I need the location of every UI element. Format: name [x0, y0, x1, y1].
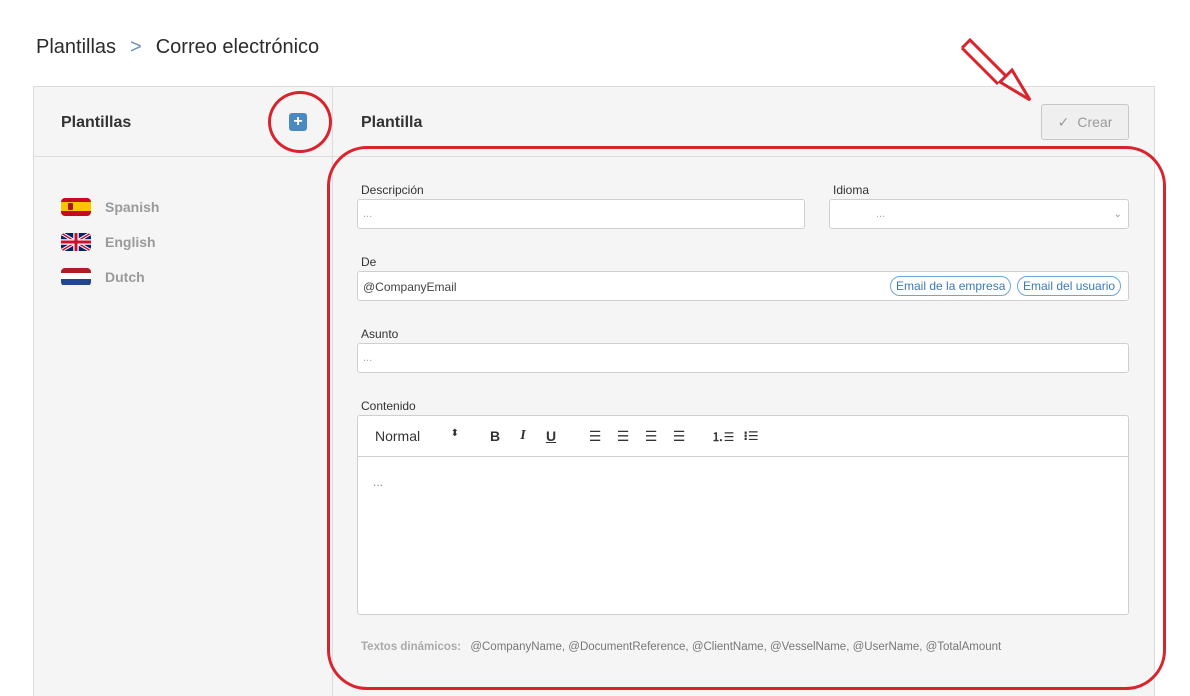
company-email-chip[interactable]: Email de la empresa: [890, 276, 1012, 296]
language-item-spanish[interactable]: Spanish: [61, 189, 159, 224]
ordered-list-icon[interactable]: ⒈☰: [709, 428, 737, 445]
align-center-icon[interactable]: ☰: [609, 428, 637, 445]
description-input[interactable]: ...: [357, 199, 805, 229]
breadcrumb: Plantillas > Correo electrónico: [36, 36, 319, 59]
subject-label: Asunto: [361, 327, 399, 341]
rich-text-editor: Normal ⬍ B I U ☰ ☰ ☰ ☰ ⒈☰ ⁝☰ ...: [357, 415, 1129, 615]
user-email-chip[interactable]: Email del usuario: [1017, 276, 1122, 296]
align-right-icon[interactable]: ☰: [637, 428, 665, 445]
align-justify-icon[interactable]: ☰: [665, 428, 693, 445]
language-label: English: [105, 233, 156, 250]
language-select[interactable]: ... ⌄: [829, 199, 1129, 229]
language-select-value: ...: [876, 208, 886, 220]
netherlands-flag-icon: [61, 267, 91, 286]
bullet-list-icon[interactable]: ⁝☰: [737, 429, 765, 443]
description-label: Descripción: [361, 183, 424, 197]
editor-toolbar: Normal ⬍ B I U ☰ ☰ ☰ ☰ ⒈☰ ⁝☰: [358, 416, 1128, 457]
subject-input[interactable]: ...: [357, 343, 1129, 373]
content-label: Contenido: [361, 399, 416, 413]
create-button[interactable]: ✓ Crear: [1041, 104, 1129, 140]
editor-title: Plantilla: [361, 114, 423, 131]
sidebar-title: Plantillas: [61, 114, 132, 131]
spain-flag-icon: [61, 197, 91, 216]
check-icon: ✓: [1057, 113, 1070, 130]
sidebar-header: Plantillas +: [34, 87, 332, 157]
templates-sidebar: Plantillas + Spanish English Dutch: [34, 87, 333, 696]
italic-icon[interactable]: I: [509, 428, 537, 444]
align-left-icon[interactable]: ☰: [581, 428, 609, 445]
dynamic-texts-values: @CompanyName, @DocumentReference, @Clien…: [470, 641, 1002, 653]
dynamic-texts: Textos dinámicos: @CompanyName, @Documen…: [361, 641, 1001, 653]
underline-icon[interactable]: U: [537, 428, 565, 444]
format-select-value: Normal: [375, 428, 421, 444]
bold-icon[interactable]: B: [481, 428, 509, 444]
chevron-down-icon: ⌄: [1113, 209, 1122, 220]
language-list: Spanish English Dutch: [61, 189, 159, 294]
create-button-label: Crear: [1077, 114, 1113, 130]
format-select[interactable]: Normal ⬍: [375, 428, 465, 444]
from-label: De: [361, 255, 377, 269]
uk-flag-icon: [61, 232, 91, 251]
dynamic-texts-label: Textos dinámicos:: [361, 641, 462, 653]
chevron-right-icon: >: [130, 36, 142, 58]
editor-content[interactable]: ...: [358, 457, 1128, 507]
from-value: @CompanyEmail: [363, 280, 457, 294]
annotation-arrow-icon: [960, 38, 1032, 102]
language-item-dutch[interactable]: Dutch: [61, 259, 159, 294]
language-label: Dutch: [105, 268, 145, 285]
language-item-english[interactable]: English: [61, 224, 159, 259]
language-select-label: Idioma: [833, 183, 870, 197]
updown-icon: ⬍: [450, 428, 459, 439]
language-label: Spanish: [105, 198, 160, 215]
breadcrumb-current: Correo electrónico: [155, 36, 320, 58]
breadcrumb-root[interactable]: Plantillas: [36, 36, 116, 59]
from-input[interactable]: @CompanyEmail Email de la empresa Email …: [357, 271, 1129, 301]
annotation-circle: [268, 91, 332, 153]
